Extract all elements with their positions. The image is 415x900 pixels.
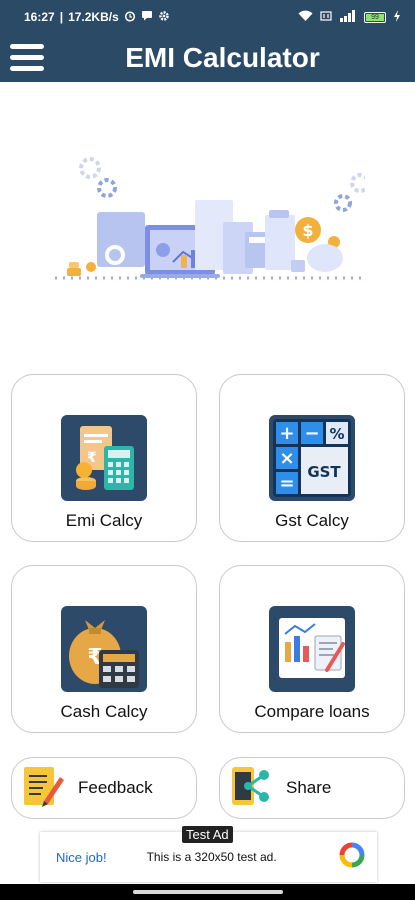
- battery-level: 99: [366, 13, 384, 21]
- status-bar: 16:27 | 17.2KB/s 99: [0, 0, 415, 34]
- feedback-button[interactable]: Feedback: [11, 757, 197, 819]
- ad-logo-icon: [339, 842, 365, 873]
- alarm-icon: [124, 10, 136, 25]
- ad-banner[interactable]: Test Ad Nice job! This is a 320x50 test …: [40, 826, 377, 882]
- share-icon: [230, 763, 272, 814]
- status-speed: 17.2KB/s: [68, 10, 119, 24]
- button-label: Share: [286, 778, 332, 797]
- emi-calculator-icon: ₹: [61, 415, 147, 501]
- cash-calculator-icon: ₹: [61, 606, 147, 692]
- gear-icon: [350, 173, 370, 193]
- message-icon: [141, 10, 153, 24]
- charging-icon: [393, 9, 401, 25]
- gst-calculator-icon: + − % × = GST: [269, 415, 355, 501]
- button-label: Feedback: [78, 778, 153, 797]
- hero-illustration: $: [55, 150, 370, 285]
- plus-key: +: [279, 423, 294, 444]
- times-key: ×: [279, 448, 294, 469]
- equals-key: =: [279, 473, 294, 494]
- system-nav-bar: [0, 884, 415, 900]
- compare-loans-card[interactable]: Compare loans: [219, 565, 405, 733]
- percent-key: %: [329, 425, 344, 443]
- card-label: Emi Calcy: [65, 511, 143, 530]
- card-label: Compare loans: [254, 702, 370, 721]
- menu-icon[interactable]: [10, 40, 44, 74]
- gst-calcy-card[interactable]: + − % × = GST Gst Calcy: [219, 374, 405, 542]
- gst-text: GST: [307, 463, 341, 481]
- ad-text: This is a 320x50 test ad.: [146, 850, 277, 864]
- status-right: 99: [298, 9, 401, 25]
- cash-calcy-card[interactable]: ₹ Cash Calcy: [11, 565, 197, 733]
- svg-text:$: $: [302, 221, 313, 240]
- ad-cta[interactable]: Nice job!: [56, 850, 107, 865]
- share-button[interactable]: Share: [219, 757, 405, 819]
- feedback-icon: [22, 763, 64, 814]
- signal-icon: [339, 9, 357, 25]
- battery-icon: 99: [364, 11, 386, 23]
- compare-loans-icon: [269, 606, 355, 692]
- card-label: Cash Calcy: [60, 702, 148, 721]
- minus-key: −: [304, 423, 319, 444]
- page-title: EMI Calculator: [125, 42, 320, 73]
- data-icon: [320, 10, 332, 25]
- home-gesture-handle[interactable]: [133, 890, 283, 894]
- status-left: 16:27 | 17.2KB/s: [24, 10, 170, 25]
- settings-icon: [158, 10, 170, 25]
- status-separator: |: [59, 10, 64, 24]
- wifi-icon: [298, 10, 313, 25]
- card-label: Gst Calcy: [275, 511, 349, 530]
- emi-calcy-card[interactable]: ₹ Emi Calcy: [11, 374, 197, 542]
- app-bar: EMI Calculator: [0, 34, 415, 82]
- status-time: 16:27: [24, 10, 55, 24]
- ad-badge: Test Ad: [182, 826, 233, 843]
- gear-icon: [79, 157, 101, 179]
